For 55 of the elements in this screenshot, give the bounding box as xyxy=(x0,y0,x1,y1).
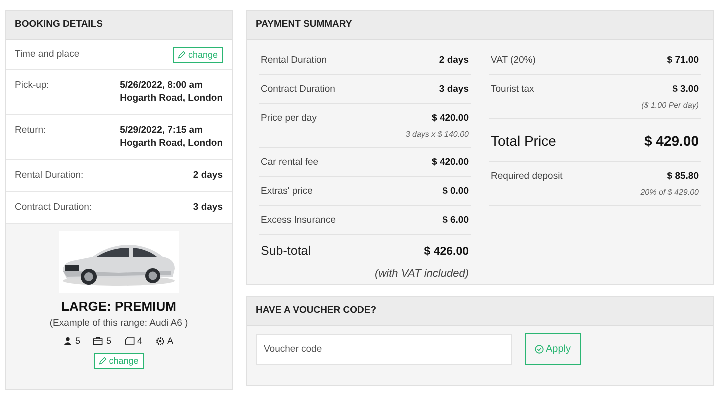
summary-label: Rental Duration xyxy=(261,55,328,66)
spec-value: 4 xyxy=(138,336,143,346)
apply-button[interactable]: Apply xyxy=(525,333,581,365)
summary-value: $ 429.00 xyxy=(644,133,699,149)
summary-label: Total Price xyxy=(491,133,556,149)
summary-value: $ 3.00 xyxy=(672,84,699,95)
summary-label: Car rental fee xyxy=(261,157,319,168)
row-value: 5/29/2022, 7:15 am Hogarth Road, London xyxy=(120,124,223,150)
summary-note: 20% of $ 429.00 xyxy=(640,188,699,197)
panel-title: BOOKING DETAILS xyxy=(6,11,232,40)
summary-value: $ 0.00 xyxy=(442,186,469,197)
row-label: Return: xyxy=(15,124,46,137)
summary-note: ($ 1.00 Per day) xyxy=(640,101,699,110)
summary-label: Excess Insurance xyxy=(261,215,336,226)
panel-title: HAVE A VOUCHER CODE? xyxy=(247,297,713,326)
summary-label: Extras' price xyxy=(261,186,313,197)
summary-label: Sub-total xyxy=(261,244,312,258)
summary-note: 3 days x $ 140.00 xyxy=(404,130,469,139)
row-label: Contract Duration: xyxy=(15,201,92,214)
summary-value: $ 71.00 xyxy=(667,55,699,66)
summary-value: $ 85.80 xyxy=(667,171,699,182)
pencil-icon xyxy=(99,357,108,365)
summary-value: 2 days xyxy=(439,55,469,66)
pencil-icon xyxy=(178,50,186,58)
summary-label: Required deposit xyxy=(491,171,563,182)
summary-label: Contract Duration xyxy=(261,84,336,95)
row-value: 5/26/2022, 8:00 am Hogarth Road, London xyxy=(120,79,223,105)
summary-value: $ 420.00 xyxy=(432,113,469,124)
suitcase-icon xyxy=(93,337,104,345)
row-value: 3 days xyxy=(193,201,223,214)
person-icon xyxy=(64,337,72,345)
summary-value: $ 6.00 xyxy=(442,215,469,226)
panel-title: PAYMENT SUMMARY xyxy=(247,11,713,40)
summary-value: $ 426.00 xyxy=(424,246,469,258)
check-circle-icon xyxy=(534,344,544,354)
change-button[interactable]: change xyxy=(94,353,144,369)
car-class: LARGE: PREMIUM xyxy=(62,299,176,314)
car-example: (Example of this range: Audi A6 ) xyxy=(50,318,188,329)
summary-label: Tourist tax xyxy=(491,84,534,95)
summary-label: VAT (20%) xyxy=(491,55,536,66)
change-button[interactable]: change xyxy=(173,46,223,62)
spec-value: 5 xyxy=(75,336,80,346)
summary-note: (with VAT included) xyxy=(374,268,469,280)
row-label: Rental Duration: xyxy=(15,169,84,182)
spec-value: A xyxy=(168,336,174,346)
summary-value: $ 420.00 xyxy=(432,157,469,168)
summary-value: 3 days xyxy=(439,84,469,95)
row-label: Pick-up: xyxy=(15,79,50,92)
gear-icon xyxy=(156,336,165,346)
door-icon xyxy=(124,337,134,345)
row-label: Time and place xyxy=(15,49,80,60)
summary-label: Price per day xyxy=(261,113,317,124)
spec-value: 5 xyxy=(106,336,112,346)
voucher-field[interactable]: Voucher code xyxy=(256,334,512,364)
row-value: 2 days xyxy=(193,169,223,182)
